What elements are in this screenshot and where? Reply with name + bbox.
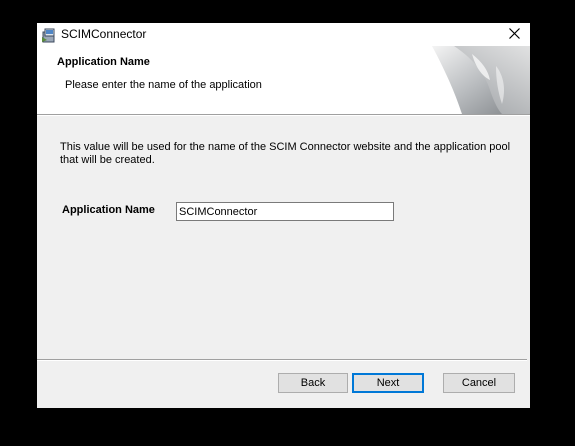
banner-subtitle: Please enter the name of the application	[65, 79, 262, 91]
banner-graphic	[432, 46, 530, 114]
banner-title: Application Name	[57, 56, 150, 68]
button-area-divider	[37, 359, 527, 361]
description-text: This value will be used for the name of …	[60, 141, 511, 166]
application-name-input[interactable]	[176, 202, 394, 221]
title-bar[interactable]: SCIMConnector	[37, 23, 530, 46]
close-icon	[508, 26, 520, 44]
next-button[interactable]: Next	[352, 373, 424, 393]
cancel-button[interactable]: Cancel	[443, 373, 515, 393]
installer-icon	[41, 27, 57, 43]
installer-dialog: SCIMConnector Application Name Please en…	[37, 23, 530, 408]
application-name-label: Application Name	[62, 204, 155, 216]
back-button[interactable]: Back	[278, 373, 348, 393]
banner-divider	[37, 114, 530, 116]
close-button[interactable]	[498, 23, 530, 46]
header-banner: Application Name Please enter the name o…	[37, 46, 530, 114]
window-title: SCIMConnector	[61, 27, 147, 41]
